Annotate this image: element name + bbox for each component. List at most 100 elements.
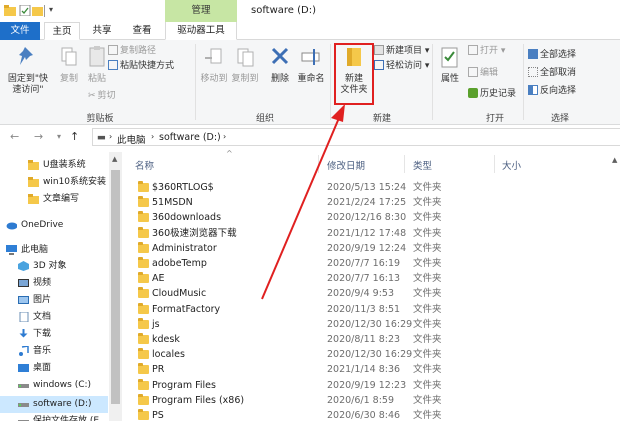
customize-quick-access-icon[interactable]: ▾ <box>49 5 53 14</box>
file-row[interactable]: 360极速浏览器下载 2021/1/12 17:48 文件夹 <box>130 226 620 241</box>
nav-item[interactable]: 图片 <box>0 292 108 309</box>
invert-selection-button[interactable]: 反向选择 <box>528 85 576 98</box>
column-header-size[interactable]: 大小 <box>502 158 521 172</box>
file-row[interactable]: CloudMusic 2020/9/4 9:53 文件夹 <box>130 286 620 301</box>
file-row[interactable]: js 2020/12/30 16:29 文件夹 <box>130 317 620 332</box>
new-folder-quick-icon[interactable] <box>32 5 44 16</box>
file-row[interactable]: Program Files (x86) 2020/6/1 8:59 文件夹 <box>130 393 620 408</box>
folder-icon <box>138 409 149 420</box>
tab-share[interactable]: 共享 <box>84 22 120 40</box>
nav-item-label: 下载 <box>33 329 52 339</box>
column-header-date[interactable]: 修改日期 <box>327 158 365 172</box>
file-row[interactable]: 51MSDN 2021/2/24 17:25 文件夹 <box>130 195 620 210</box>
column-separator[interactable] <box>494 155 495 173</box>
tab-home[interactable]: 主页 <box>44 22 80 40</box>
easy-access-button[interactable]: 轻松访问 ▾ <box>374 60 429 73</box>
file-row[interactable]: FormatFactory 2020/11/3 8:51 文件夹 <box>130 302 620 317</box>
back-arrow-icon[interactable]: ← <box>10 130 19 143</box>
invert-selection-label: 反向选择 <box>540 86 577 96</box>
paste-shortcut-button[interactable]: 粘贴快捷方式 <box>108 60 174 73</box>
file-row[interactable]: AE 2020/7/7 16:13 文件夹 <box>130 271 620 286</box>
nav-scrollbar-thumb[interactable] <box>111 170 120 404</box>
file-row[interactable]: 360downloads 2020/12/16 8:30 文件夹 <box>130 210 620 225</box>
history-button[interactable]: 历史记录 <box>468 88 516 101</box>
properties-check-icon <box>441 47 458 68</box>
breadcrumb-separator[interactable]: › <box>151 132 154 141</box>
folder-icon <box>138 241 149 253</box>
breadcrumb-this-pc[interactable]: 此电脑 <box>117 132 146 146</box>
nav-item[interactable]: 下载 <box>0 326 108 343</box>
nav-item-label: 此电脑 <box>21 245 49 255</box>
properties-label: 属性 <box>440 74 459 84</box>
file-type: 文件夹 <box>413 394 442 406</box>
copy-path-button[interactable]: 复制路径 <box>108 45 156 58</box>
file-row[interactable]: $360RTLOG$ 2020/5/13 15:24 文件夹 <box>130 180 620 195</box>
pin-to-quick-access-button[interactable]: 固定到"快 速访问" <box>2 44 54 96</box>
tab-file[interactable]: 文件 <box>0 22 40 40</box>
column-header-name[interactable]: 名称 <box>135 158 154 172</box>
nav-item[interactable]: windows (C:) <box>0 377 108 394</box>
move-to-button[interactable]: 移动到 <box>199 44 229 85</box>
up-arrow-icon[interactable]: ↑ <box>70 130 79 143</box>
nav-item[interactable]: software (D:) <box>0 396 108 413</box>
copy-button[interactable]: 复制 <box>56 44 82 85</box>
nav-item[interactable]: 音乐 <box>0 343 108 360</box>
address-bar[interactable]: ▬ › 此电脑 › software (D:) › <box>92 128 620 146</box>
file-row[interactable]: PR 2021/1/14 8:36 文件夹 <box>130 362 620 377</box>
breadcrumb-separator[interactable]: › <box>109 132 112 141</box>
nav-item[interactable]: U盘装系统 <box>0 157 108 174</box>
cut-button[interactable]: ✂ 剪切 <box>88 90 116 103</box>
file-type: 文件夹 <box>413 182 442 193</box>
open-button[interactable]: 打开 ▾ <box>468 45 505 58</box>
picture-icon <box>18 296 29 304</box>
navigation-pane: U盘装系统 win10系统安装文章编写 OneDrive 此电脑 3D 对象 视频 图片 文档… <box>0 152 122 421</box>
rename-button[interactable]: 重命名 <box>296 44 326 85</box>
folder-icon <box>138 272 149 284</box>
nav-item[interactable]: 保护文件存放 (E <box>0 413 108 421</box>
file-row[interactable]: PS 2020/6/30 8:46 文件夹 <box>130 408 620 421</box>
select-all-button[interactable]: 全部选择 <box>528 49 576 62</box>
paste-button[interactable]: 粘贴 <box>84 44 110 85</box>
nav-item[interactable]: OneDrive <box>0 217 108 234</box>
scroll-up-arrow-icon[interactable]: ▲ <box>612 156 617 164</box>
breadcrumb-software-d[interactable]: software (D:) <box>159 132 221 143</box>
file-name: Program Files <box>152 379 216 391</box>
new-item-button[interactable]: 新建项目 ▾ <box>374 45 429 58</box>
nav-item[interactable]: 文章编写 <box>0 191 108 208</box>
nav-item-label: U盘装系统 <box>43 160 86 170</box>
select-none-button[interactable]: 全部取消 <box>528 67 576 80</box>
file-type: 文件夹 <box>413 242 442 254</box>
computer-icon <box>6 245 17 255</box>
file-row[interactable]: Program Files 2020/9/19 12:23 文件夹 <box>130 378 620 393</box>
file-row[interactable]: Administrator 2020/9/19 12:24 文件夹 <box>130 241 620 256</box>
nav-item[interactable]: 视频 <box>0 275 108 292</box>
file-date: 2020/5/13 15:24 <box>327 182 407 193</box>
file-date: 2020/7/7 16:19 <box>327 258 401 269</box>
breadcrumb-separator[interactable]: › <box>223 132 226 141</box>
forward-arrow-icon[interactable]: → <box>34 130 43 143</box>
column-separator[interactable] <box>318 155 319 173</box>
delete-button[interactable]: 删除 <box>264 44 296 85</box>
column-header-type[interactable]: 类型 <box>413 158 432 172</box>
properties-button[interactable]: 属性 <box>437 46 463 85</box>
file-row[interactable]: kdesk 2020/8/11 8:23 文件夹 <box>130 332 620 347</box>
file-row[interactable]: adobeTemp 2020/7/7 16:19 文件夹 <box>130 256 620 271</box>
select-group-label: 选择 <box>550 114 569 124</box>
nav-item[interactable]: win10系统安装 <box>0 174 108 191</box>
column-separator[interactable] <box>404 155 405 173</box>
tab-view[interactable]: 查看 <box>124 22 160 40</box>
properties-icon[interactable] <box>19 5 31 16</box>
recent-locations-chevron-icon[interactable]: ▾ <box>57 132 61 141</box>
copy-to-button[interactable]: 复制到 <box>230 44 260 85</box>
file-name: 51MSDN <box>152 197 193 209</box>
edit-button[interactable]: 编辑 <box>468 67 498 80</box>
file-date: 2020/12/16 8:30 <box>327 212 407 224</box>
nav-item[interactable]: 文档 <box>0 309 108 326</box>
tab-drive-tools[interactable]: 驱动器工具 <box>165 22 237 40</box>
nav-item-label: 文章编写 <box>43 194 80 204</box>
scroll-up-arrow-icon[interactable]: ▲ <box>112 155 117 163</box>
nav-item[interactable]: 3D 对象 <box>0 258 108 275</box>
nav-item[interactable]: 此电脑 <box>0 242 108 259</box>
nav-item[interactable]: 桌面 <box>0 360 108 377</box>
file-row[interactable]: locales 2020/12/30 16:29 文件夹 <box>130 347 620 362</box>
